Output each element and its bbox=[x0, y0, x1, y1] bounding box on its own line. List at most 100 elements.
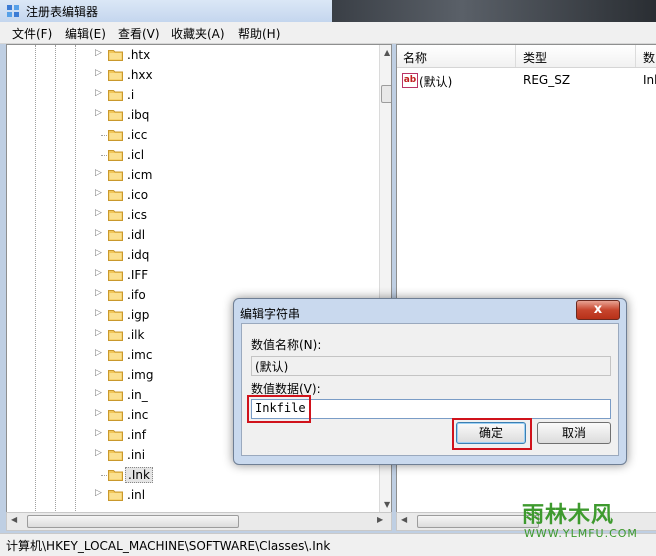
scroll-thumb[interactable] bbox=[417, 515, 539, 528]
dialog-title: 编辑字符串 bbox=[240, 307, 301, 321]
expand-arrow-icon[interactable]: ▷ bbox=[95, 388, 102, 398]
background-window bbox=[332, 0, 656, 22]
tree-item-label: .idl bbox=[127, 228, 146, 242]
tree-item[interactable]: ▷ .idl bbox=[7, 225, 377, 245]
tree-item-label: .in_ bbox=[127, 388, 148, 402]
tree-item[interactable]: ▷ .idq bbox=[7, 245, 377, 265]
value-data-highlight bbox=[247, 395, 311, 423]
folder-icon bbox=[108, 130, 123, 141]
tree-item-label: .ico bbox=[127, 188, 149, 202]
watermark-url: WWW.YLMFU.COM bbox=[524, 527, 638, 540]
expand-arrow-icon[interactable]: ▷ bbox=[95, 428, 102, 438]
close-button[interactable]: x bbox=[576, 300, 620, 320]
expand-arrow-icon[interactable]: ▷ bbox=[95, 268, 102, 278]
cancel-button[interactable]: 取消 bbox=[537, 422, 611, 444]
tree-item-label: .igp bbox=[127, 308, 150, 322]
expand-arrow-icon[interactable]: ▷ bbox=[95, 368, 102, 378]
folder-icon bbox=[108, 310, 123, 321]
menu-edit[interactable]: 编辑(E) bbox=[65, 25, 106, 42]
expand-arrow-icon[interactable]: ▷ bbox=[95, 188, 102, 198]
scroll-down-icon[interactable]: ▼ bbox=[384, 500, 390, 509]
expand-arrow-icon[interactable]: ▷ bbox=[95, 448, 102, 458]
tree-item[interactable]: ▷ .ibq bbox=[7, 105, 377, 125]
tree-item[interactable]: ▷ .ico bbox=[7, 185, 377, 205]
menu-view[interactable]: 查看(V) bbox=[118, 25, 160, 42]
row-data: Ink bbox=[643, 73, 656, 87]
tree-item-label: .htx bbox=[127, 48, 151, 62]
folder-icon bbox=[108, 410, 123, 421]
folder-icon bbox=[108, 210, 123, 221]
tree-item[interactable]: .icl bbox=[7, 145, 377, 165]
menu-help[interactable]: 帮助(H) bbox=[238, 25, 280, 42]
scroll-thumb[interactable] bbox=[27, 515, 239, 528]
value-name-text: (默认) bbox=[255, 360, 289, 374]
expand-arrow-icon[interactable]: ▷ bbox=[95, 228, 102, 238]
folder-icon bbox=[108, 350, 123, 361]
tree-item[interactable]: .icc bbox=[7, 125, 377, 145]
tree-horizontal-scrollbar[interactable]: ◀ ▶ bbox=[6, 512, 392, 531]
folder-icon bbox=[108, 110, 123, 121]
column-type[interactable]: 类型 bbox=[523, 49, 547, 66]
column-name[interactable]: 名称 bbox=[403, 49, 427, 66]
menu-file[interactable]: 文件(F) bbox=[12, 25, 52, 42]
folder-icon bbox=[108, 290, 123, 301]
ok-button-highlight bbox=[452, 418, 532, 450]
folder-icon bbox=[108, 230, 123, 241]
folder-icon bbox=[108, 470, 123, 481]
folder-icon bbox=[108, 390, 123, 401]
tree-item[interactable]: ▷ .htx bbox=[7, 45, 377, 65]
folder-icon bbox=[108, 90, 123, 101]
expand-arrow-icon[interactable]: ▷ bbox=[95, 348, 102, 358]
folder-icon bbox=[108, 250, 123, 261]
expand-arrow-icon[interactable]: ▷ bbox=[95, 408, 102, 418]
tree-item-label: .IFF bbox=[127, 268, 149, 282]
folder-icon bbox=[108, 330, 123, 341]
expand-arrow-icon[interactable]: ▷ bbox=[95, 328, 102, 338]
tree-item-label: .ics bbox=[127, 208, 147, 222]
regedit-icon bbox=[7, 5, 19, 17]
expand-arrow-icon[interactable]: ▷ bbox=[95, 88, 102, 98]
menu-bar: 文件(F) 编辑(E) 查看(V) 收藏夹(A) 帮助(H) bbox=[0, 22, 656, 44]
tree-item-label: .i bbox=[127, 88, 135, 102]
scroll-thumb[interactable] bbox=[381, 85, 391, 103]
tree-item-label: .ibq bbox=[127, 108, 150, 122]
scroll-left-icon[interactable]: ◀ bbox=[401, 515, 407, 524]
tree-item[interactable]: ▷ .inl bbox=[7, 485, 377, 505]
tree-item-label: .inc bbox=[127, 408, 149, 422]
value-name-field: (默认) bbox=[251, 356, 611, 376]
column-data[interactable]: 数 bbox=[643, 49, 655, 66]
folder-icon bbox=[108, 150, 123, 161]
tree-item-label: .imc bbox=[127, 348, 153, 362]
menu-favorites[interactable]: 收藏夹(A) bbox=[171, 25, 225, 42]
tree-item-label: .hxx bbox=[127, 68, 153, 82]
tree-item[interactable]: ▷ .hxx bbox=[7, 65, 377, 85]
tree-item[interactable]: ▷ .icm bbox=[7, 165, 377, 185]
value-name-label: 数值名称(N): bbox=[251, 338, 322, 352]
expand-arrow-icon[interactable]: ▷ bbox=[95, 168, 102, 178]
tree-item[interactable]: ▷ .ics bbox=[7, 205, 377, 225]
title-bar: 注册表编辑器 bbox=[0, 0, 656, 22]
tree-item[interactable]: ▷ .i bbox=[7, 85, 377, 105]
row-name: (默认) bbox=[419, 75, 453, 89]
scroll-right-icon[interactable]: ▶ bbox=[377, 515, 383, 524]
watermark-title: 雨林木风 bbox=[522, 503, 615, 528]
expand-arrow-icon[interactable]: ▷ bbox=[95, 308, 102, 318]
expand-arrow-icon[interactable]: ▷ bbox=[95, 288, 102, 298]
expand-arrow-icon[interactable]: ▷ bbox=[95, 108, 102, 118]
folder-icon bbox=[108, 490, 123, 501]
expand-arrow-icon[interactable]: ▷ bbox=[95, 488, 102, 498]
folder-icon bbox=[108, 370, 123, 381]
tree-item[interactable]: .Ink bbox=[7, 465, 377, 485]
expand-arrow-icon[interactable]: ▷ bbox=[95, 48, 102, 58]
tree-item-label: .ini bbox=[127, 448, 146, 462]
dialog-body: 数值名称(N): (默认) 数值数据(V): Inkfile 确定 取消 bbox=[241, 323, 619, 456]
expand-arrow-icon[interactable]: ▷ bbox=[95, 208, 102, 218]
tree-item-label: .icc bbox=[127, 128, 148, 142]
tree-item[interactable]: ▷ .IFF bbox=[7, 265, 377, 285]
watermark-logo: 雨林木风 WWW.YLMFU.COM bbox=[522, 497, 652, 547]
scroll-left-icon[interactable]: ◀ bbox=[11, 515, 17, 524]
expand-arrow-icon[interactable]: ▷ bbox=[95, 68, 102, 78]
scroll-up-icon[interactable]: ▲ bbox=[384, 48, 390, 57]
expand-arrow-icon[interactable]: ▷ bbox=[95, 248, 102, 258]
folder-icon bbox=[108, 170, 123, 181]
